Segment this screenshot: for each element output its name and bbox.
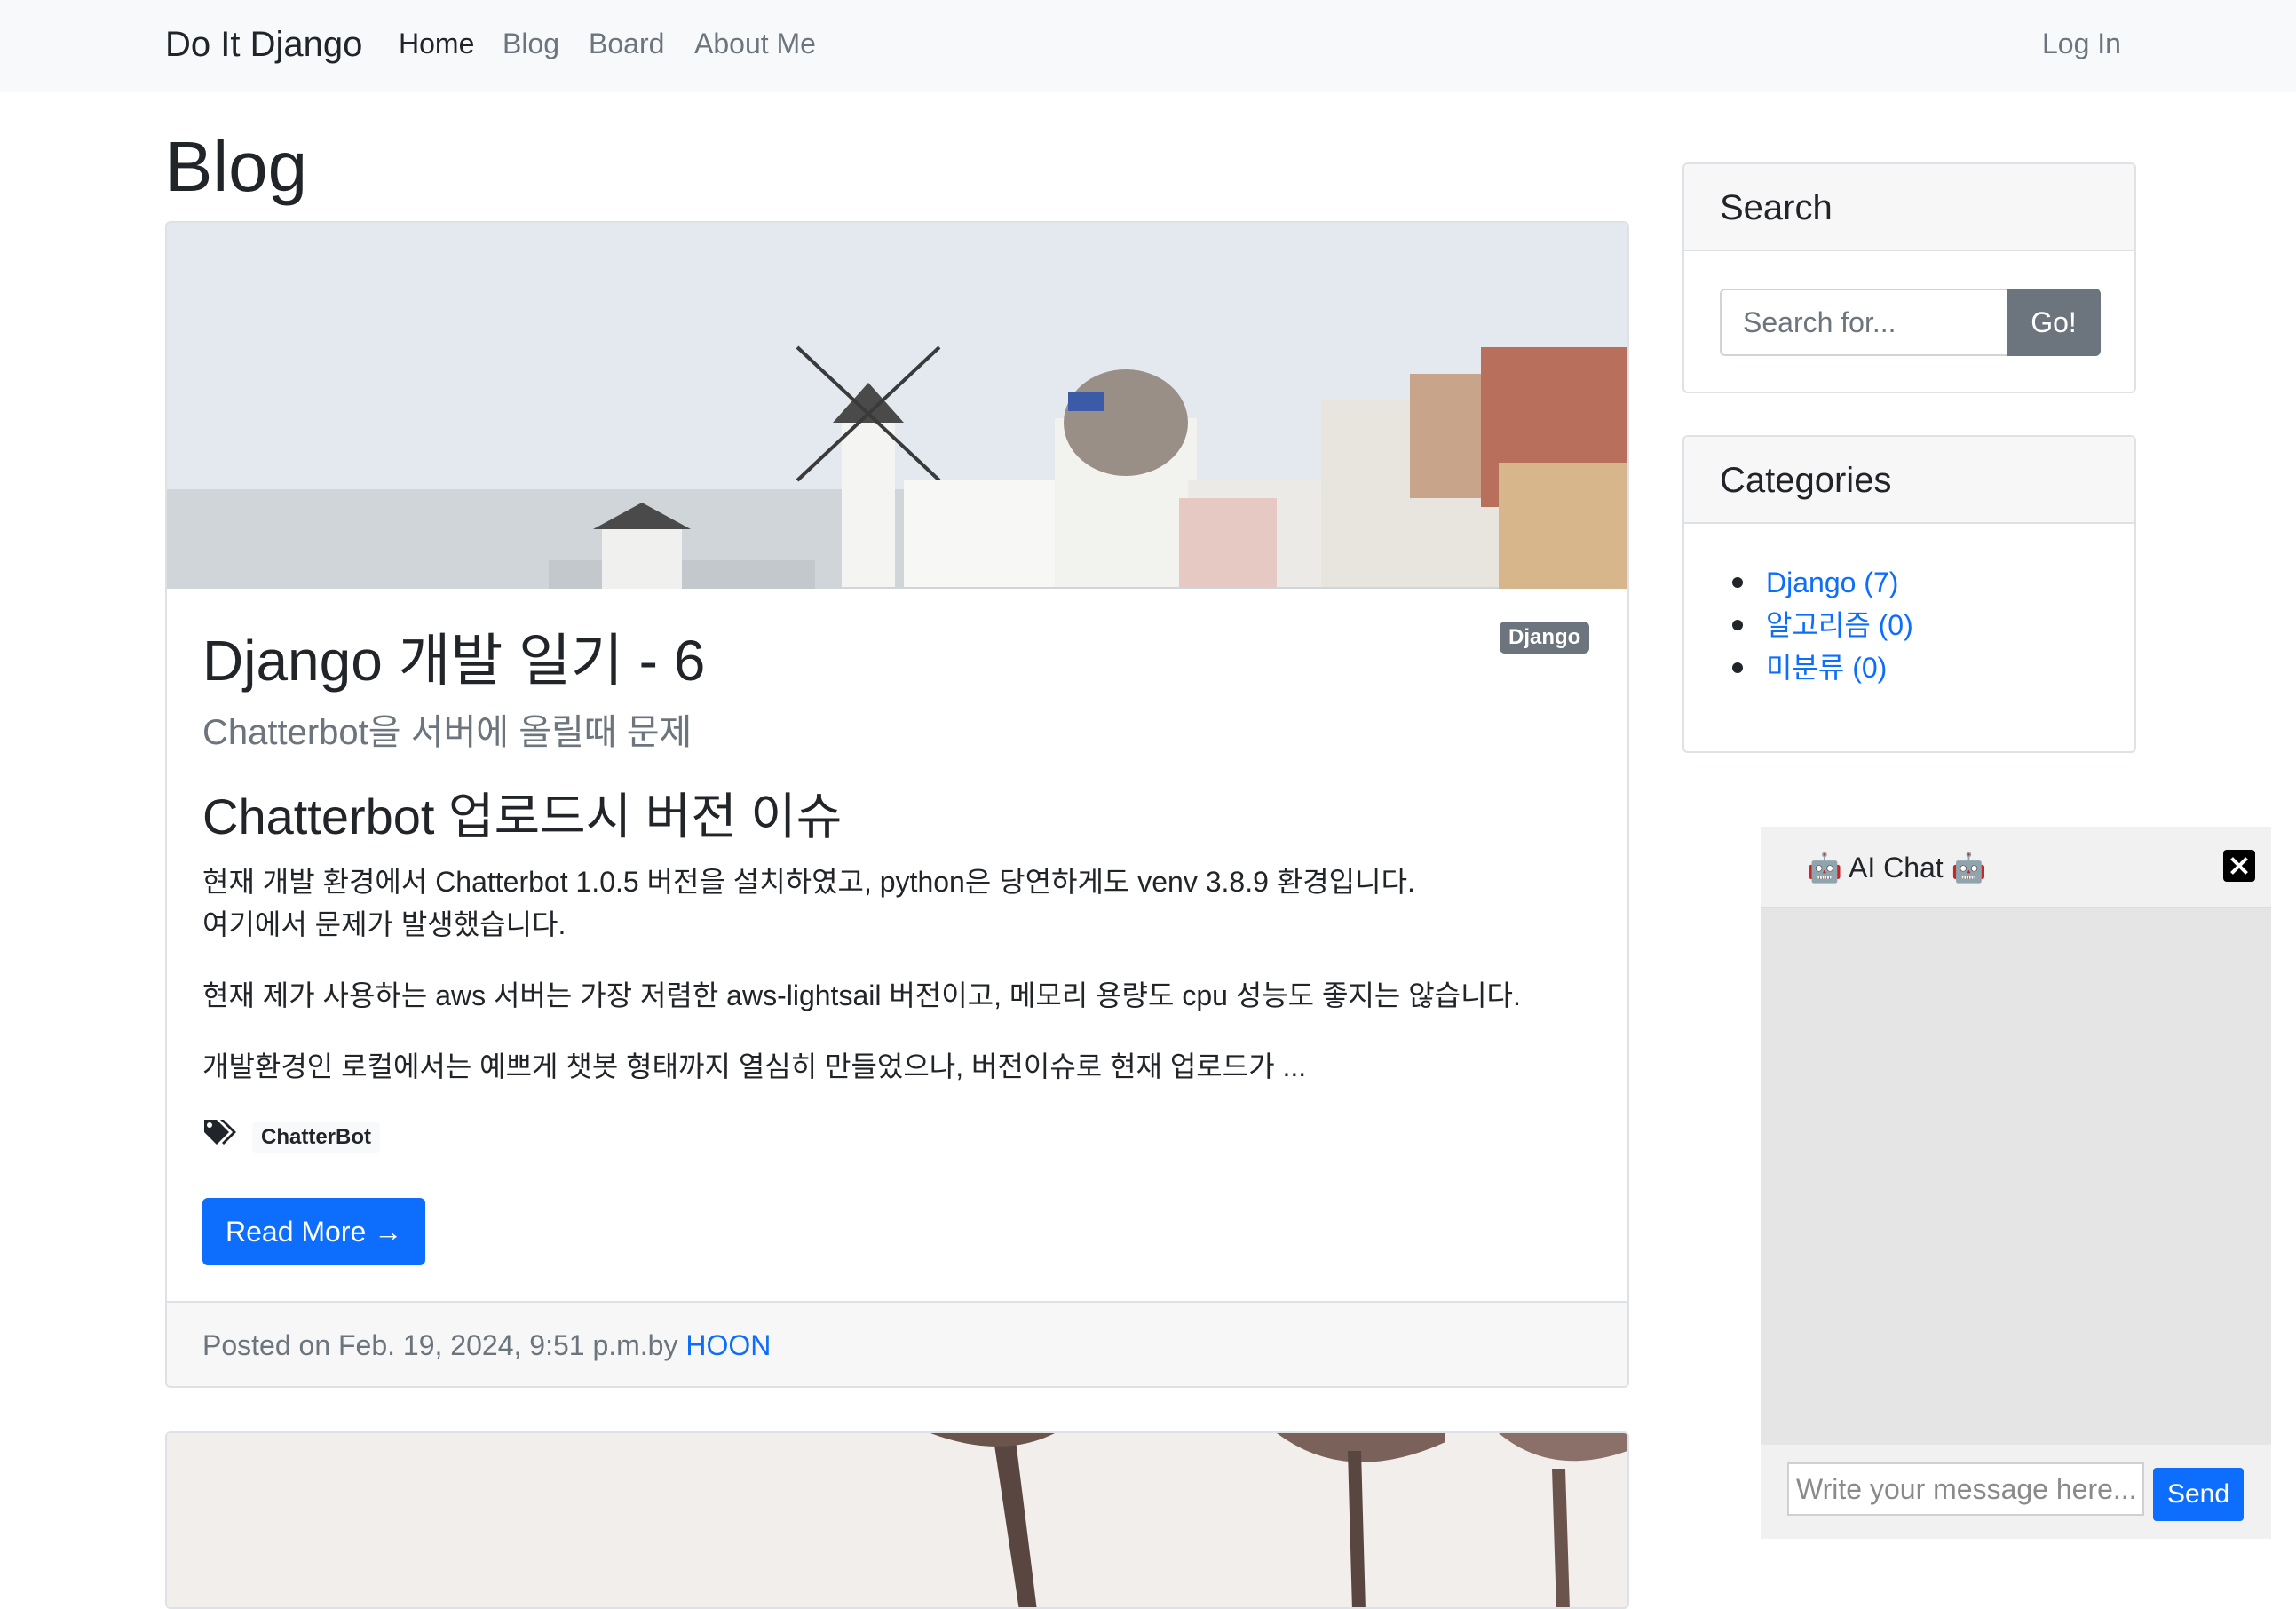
chat-messages[interactable] [1761,908,2271,1445]
categories-widget-header: Categories [1684,437,2134,524]
tags-icon [204,1120,236,1145]
chat-title: 🤖 AI Chat 🤖 [1807,852,1987,884]
search-go-button[interactable]: Go! [2007,289,2101,356]
post-card: Django Django 개발 일기 - 6 Chatterbot을 서버에 … [165,221,1629,1388]
nav-board[interactable]: Board [589,23,664,64]
post-footer: Posted on Feb. 19, 2024, 9:51 p.m.by HOO… [167,1301,1627,1386]
palm-trees-image [167,1433,1627,1607]
read-more-button[interactable]: Read More → [202,1198,426,1265]
chat-header: 🤖 AI Chat 🤖 [1761,827,2271,908]
page-title: Blog [165,127,308,206]
post-header-image-2[interactable] [167,1433,1627,1607]
post-meta: Posted on Feb. 19, 2024, 9:51 p.m.by HOO… [202,1329,771,1362]
post-excerpt-line-2: 여기에서 문제가 발생했습니다. [202,908,566,940]
post-title[interactable]: Django 개발 일기 - 6 [202,626,705,695]
navbar: Do It Django Home Blog Board About Me Lo… [0,0,2296,92]
login-link[interactable]: Log In [2042,23,2121,64]
santorini-image [167,223,1627,589]
chat-message-input[interactable] [1787,1462,2144,1516]
categories-widget-title: Categories [1720,461,1892,500]
categories-widget: Categories Django (7) 알고리즘 (0) 미분류 (0) [1682,435,2136,753]
category-algorithm[interactable]: 알고리즘 (0) [1732,604,1913,646]
brand-link[interactable]: Do It Django [165,21,362,67]
category-uncategorized[interactable]: 미분류 (0) [1732,646,1913,689]
post-excerpt-line-1: 현재 개발 환경에서 Chatterbot 1.0.5 버전을 설치하였고, p… [202,866,1415,898]
category-badge[interactable]: Django [1500,622,1590,654]
search-widget-header: Search [1684,164,2134,251]
post-subtitle: Chatterbot을 서버에 올릴때 문제 [202,713,693,752]
post-card-2 [165,1431,1629,1609]
close-icon[interactable] [2223,850,2255,882]
nav-about-me[interactable]: About Me [694,23,816,64]
tag-chatterbot[interactable]: ChatterBot [252,1122,380,1153]
author-link[interactable]: HOON [685,1329,771,1361]
search-input[interactable] [1720,289,2008,356]
search-widget: Search Go! [1682,162,2136,393]
chat-input-area: Send [1761,1445,2271,1539]
nav-blog[interactable]: Blog [503,23,559,64]
category-django[interactable]: Django (7) [1732,561,1913,604]
search-widget-title: Search [1720,188,1833,227]
ai-chat-widget: 🤖 AI Chat 🤖 Send [1761,827,2271,1539]
post-content-heading: Chatterbot 업로드시 버전 이슈 [202,789,843,844]
category-list: Django (7) 알고리즘 (0) 미분류 (0) [1732,561,1913,689]
post-excerpt-paragraph-3: 개발환경인 로컬에서는 예쁘게 챗봇 형태까지 열심히 만들었으나, 버전이슈로… [202,1050,1307,1082]
post-date-text: Posted on Feb. 19, 2024, 9:51 p.m.by [202,1329,686,1361]
post-header-image[interactable] [167,223,1627,589]
post-excerpt-paragraph-2: 현재 제가 사용하는 aws 서버는 가장 저렴한 aws-lightsail … [202,979,1521,1011]
nav-home[interactable]: Home [399,23,474,64]
chat-send-button[interactable]: Send [2153,1468,2244,1521]
